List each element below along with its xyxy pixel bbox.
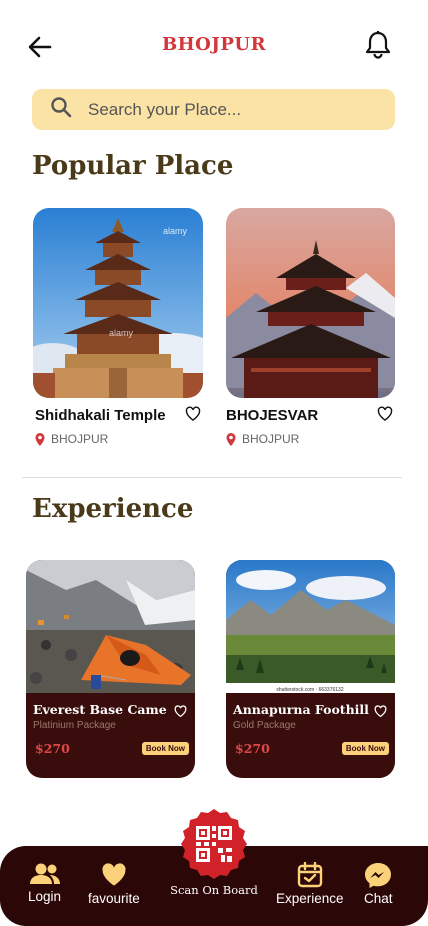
search-input[interactable] [88,99,348,120]
nav-favourite[interactable]: favourite [88,862,140,906]
scan-label: Scan On Board [170,883,258,897]
experience-section-title: Experience [32,494,194,524]
users-icon [29,863,60,884]
image-credit: shutterstock.com · 663376132 [276,687,343,693]
temple-image: alamy alamy [33,208,203,398]
price: $270 [235,741,270,756]
scan-qr-button[interactable] [179,809,249,879]
book-now-button[interactable]: Book Now [341,742,389,755]
mountain-valley-image: shutterstock.com · 663376132 [226,560,395,693]
heart-icon[interactable] [185,406,201,422]
watermark: alamy [163,226,188,236]
experience-name: Annapurna Foothill [233,702,369,717]
notification-bell-icon[interactable] [364,30,392,60]
nav-label: Experience [276,891,344,906]
place-card-shidhakali[interactable]: alamy alamy Shidhakali Temple BHOJPUR [33,208,203,448]
nav-label: Login [28,889,62,904]
section-divider [22,477,402,478]
nav-experience[interactable]: Experience [276,862,344,906]
camp-tent-image [26,560,195,693]
messenger-icon [365,863,392,888]
popular-section-title: Popular Place [32,151,234,181]
heart-icon[interactable] [174,705,187,718]
location-pin-icon [35,432,45,446]
watermark: alamy [109,328,134,338]
calendar-check-icon [297,862,322,888]
experience-card-everest[interactable]: Everest Base Came Platinium Package $270… [26,560,195,778]
search-icon [50,96,72,123]
place-name: BHOJESVAR [226,407,319,424]
location-pin-icon [226,432,236,446]
place-card-bhojesvar[interactable]: BHOJESVAR BHOJPUR [226,208,395,448]
place-name: Shidhakali Temple [35,407,166,424]
experience-card-annapurna[interactable]: shutterstock.com · 663376132 Annapurna F… [226,560,395,778]
location-text: BHOJPUR [242,432,300,446]
nav-label: Chat [364,891,393,906]
place-location: BHOJPUR [35,432,108,446]
book-now-button[interactable]: Book Now [141,742,189,755]
search-bar[interactable] [32,89,395,130]
nav-chat[interactable]: Chat [364,862,393,906]
nav-label: favourite [88,891,140,906]
nav-login[interactable]: Login [28,862,61,904]
package-label: Gold Package [233,720,296,731]
heart-icon [102,863,126,886]
app-header: BHOJPUR [0,0,428,90]
price: $270 [35,741,70,756]
pagoda-image [226,208,395,398]
package-label: Platinium Package [33,720,116,731]
heart-icon[interactable] [374,705,387,718]
experience-name: Everest Base Came [33,702,167,717]
place-location: BHOJPUR [226,432,299,446]
location-text: BHOJPUR [51,432,109,446]
heart-icon[interactable] [377,406,393,422]
